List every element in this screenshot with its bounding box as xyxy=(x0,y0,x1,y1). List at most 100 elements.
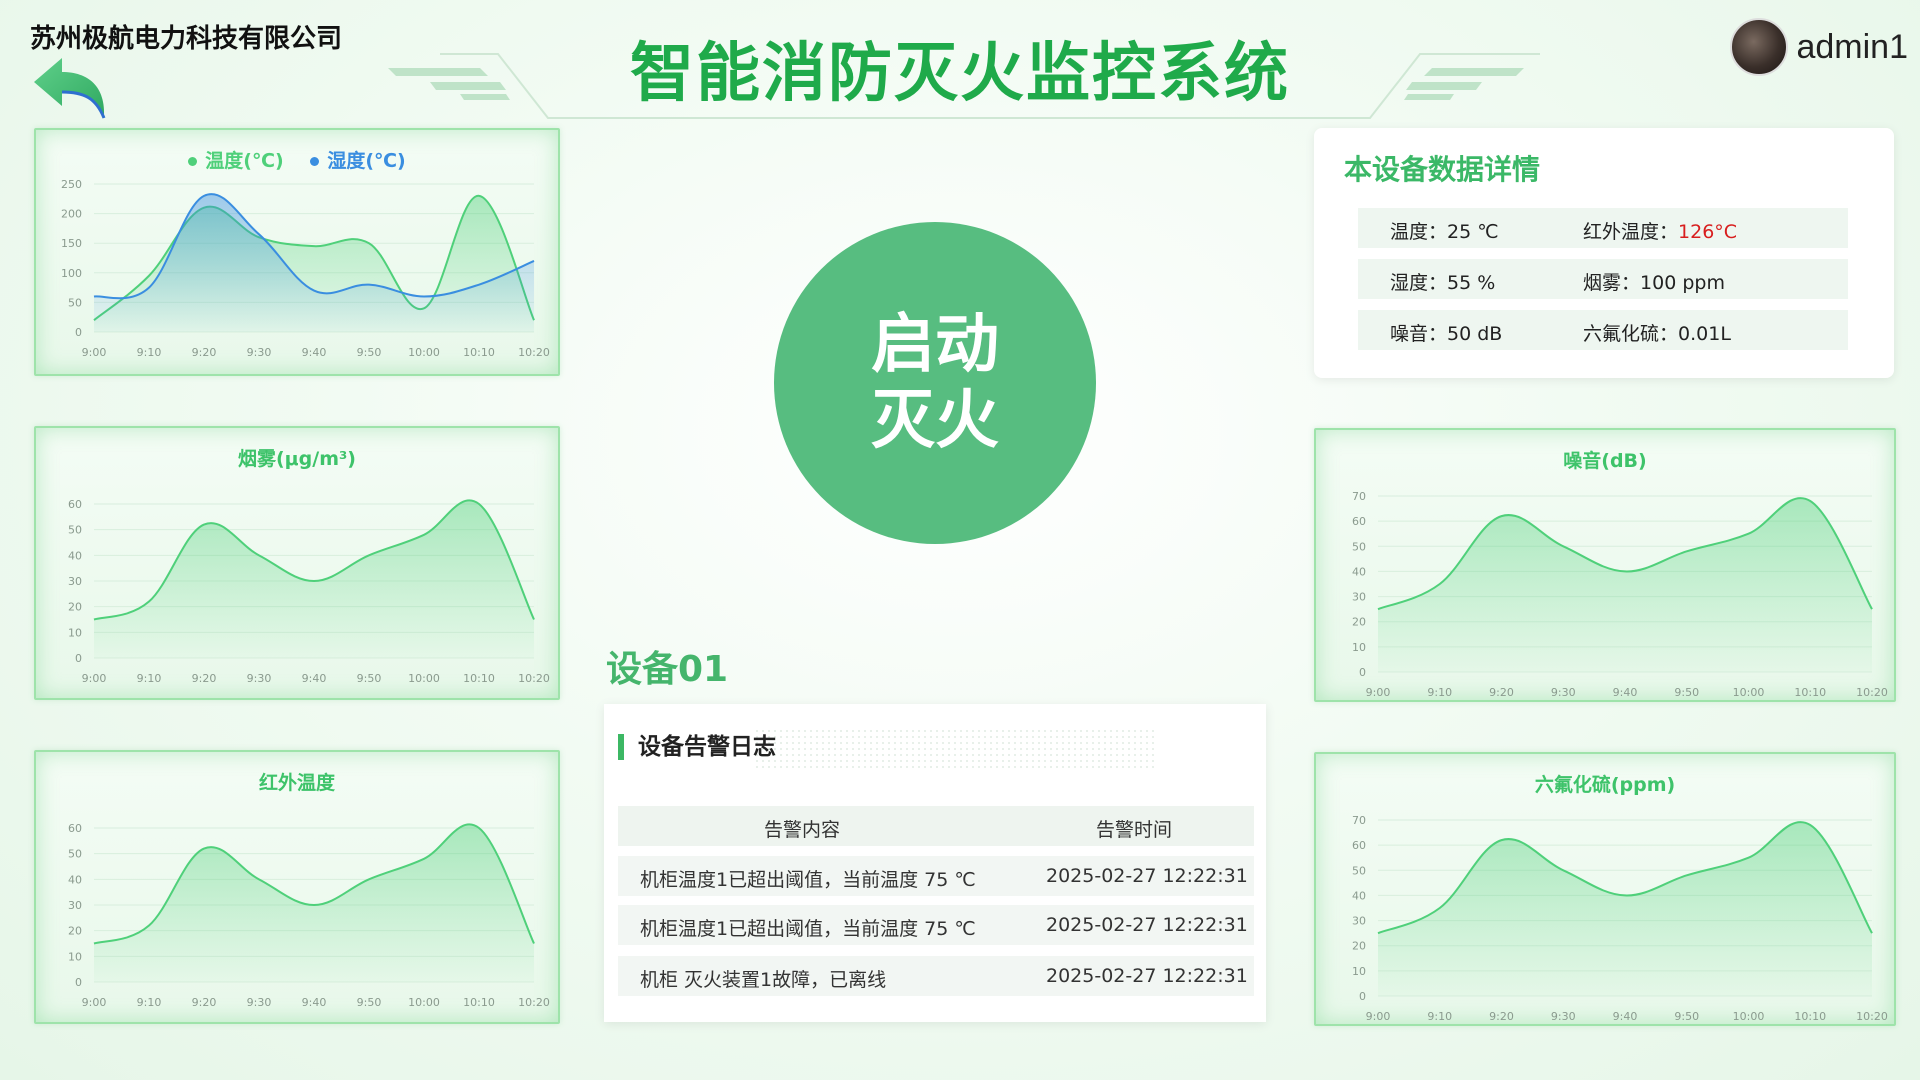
detail-value: 50 dB xyxy=(1447,323,1503,345)
detail-label: 温度： xyxy=(1390,221,1448,243)
x-tick-label: 10:00 xyxy=(1733,686,1765,699)
header-decoration xyxy=(388,53,1540,119)
start-fire-extinguish-button[interactable]: 启动 灭火 xyxy=(774,222,1096,544)
x-tick-label: 9:40 xyxy=(1613,686,1638,699)
detail-value: 100 ppm xyxy=(1640,272,1725,294)
username[interactable]: admin1 xyxy=(1796,28,1908,67)
table-row[interactable]: 机柜温度1已超出阈值，当前温度 75 ℃ 2025-02-27 12:22:31 xyxy=(618,856,1254,896)
y-tick-label: 60 xyxy=(68,822,82,835)
detail-value: 25 ℃ xyxy=(1447,221,1499,243)
detail-label: 红外温度： xyxy=(1583,221,1679,243)
table-row[interactable]: 机柜温度1已超出阈值，当前温度 75 ℃ 2025-02-27 12:22:31 xyxy=(618,905,1254,945)
alarm-content: 机柜温度1已超出阈值，当前温度 75 ℃ xyxy=(640,918,976,940)
button-label-line2: 灭火 xyxy=(871,384,999,458)
y-tick-label: 40 xyxy=(1352,565,1366,578)
noise-chart: 0 10 20 30 40 50 60 70 9:00 9:10 9:20 9:30 9:40 9:50 1… xyxy=(1352,490,1888,699)
log-table-header: 告警内容 告警时间 xyxy=(618,806,1254,846)
x-tick-label: 9:20 xyxy=(192,996,217,1009)
infrared-panel: 红外温度 0 10 20 30 40 50 60 9:00 9:10 9:20 9:30 9:40 9:… xyxy=(34,750,560,1024)
x-tick-label: 9:40 xyxy=(1613,1010,1638,1023)
y-tick-label: 60 xyxy=(68,498,82,511)
x-tick-label: 10:20 xyxy=(518,672,550,685)
x-tick-label: 9:40 xyxy=(302,672,327,685)
x-tick-label: 10:10 xyxy=(463,346,495,359)
x-tick-label: 10:00 xyxy=(408,672,440,685)
detail-row: 噪音：50 dB 六氟化硫：0.01L xyxy=(1358,310,1848,350)
x-tick-label: 9:30 xyxy=(1551,1010,1576,1023)
x-tick-label: 10:20 xyxy=(518,346,550,359)
x-tick-label: 10:10 xyxy=(463,996,495,1009)
user-menu[interactable]: admin1 xyxy=(1730,18,1908,76)
y-tick-label: 10 xyxy=(68,950,82,963)
y-tick-label: 40 xyxy=(1352,889,1366,902)
y-tick-label: 250 xyxy=(61,178,82,191)
back-arrow-icon[interactable] xyxy=(30,54,110,122)
column-header-content: 告警内容 xyxy=(764,819,841,841)
y-tick-label: 10 xyxy=(1352,965,1366,978)
button-label-line1: 启动 xyxy=(871,308,999,382)
y-tick-label: 20 xyxy=(68,601,82,614)
log-title: 设备告警日志 xyxy=(618,734,776,760)
detail-value: 55 % xyxy=(1447,272,1496,294)
detail-label: 湿度： xyxy=(1390,272,1448,294)
y-tick-label: 30 xyxy=(1352,591,1366,604)
alarm-content: 机柜 灭火装置1故障，已离线 xyxy=(640,969,887,991)
detail-value-alert: 126°C xyxy=(1678,221,1738,243)
y-tick-label: 50 xyxy=(68,848,82,861)
x-tick-label: 10:00 xyxy=(408,996,440,1009)
detail-label: 烟雾： xyxy=(1583,272,1641,294)
user-avatar[interactable] xyxy=(1730,18,1789,76)
y-tick-label: 0 xyxy=(75,652,82,665)
x-tick-label: 9:10 xyxy=(137,996,162,1009)
alarm-content: 机柜温度1已超出阈值，当前温度 75 ℃ xyxy=(640,869,976,891)
x-tick-label: 9:10 xyxy=(137,346,162,359)
x-tick-label: 10:00 xyxy=(408,346,440,359)
y-tick-label: 50 xyxy=(1352,540,1366,553)
x-tick-label: 9:10 xyxy=(137,672,162,685)
detail-infrared: 红外温度：126°C xyxy=(1583,217,1737,244)
x-tick-label: 9:40 xyxy=(302,346,327,359)
detail-row: 湿度：55 % 烟雾：100 ppm xyxy=(1358,259,1848,299)
detail-label: 六氟化硫： xyxy=(1583,323,1679,345)
device-detail-card: 本设备数据详情 温度：25 ℃ 红外温度：126°C 湿度：55 % 烟雾：10… xyxy=(1314,128,1894,378)
y-tick-label: 70 xyxy=(1352,490,1366,503)
log-title-decoration xyxy=(754,728,1154,768)
x-tick-label: 9:20 xyxy=(192,346,217,359)
infrared-chart: 0 10 20 30 40 50 60 9:00 9:10 9:20 9:30 9:40 9:50 10:… xyxy=(68,822,550,1009)
sf6-panel: 六氟化硫(ppm) 0 10 20 30 40 50 60 70 9:00 9:10 9:20 9:3… xyxy=(1314,752,1896,1026)
table-row[interactable]: 机柜 灭火装置1故障，已离线 2025-02-27 12:22:31 xyxy=(618,956,1254,996)
y-tick-label: 50 xyxy=(68,296,82,309)
y-tick-label: 100 xyxy=(61,267,82,280)
temp-humidity-panel: 温度(℃) 湿度(℃) 0 50 100 150 200 250 9:00 9:10 9:20 9… xyxy=(34,128,560,376)
detail-sf6: 六氟化硫：0.01L xyxy=(1583,319,1731,346)
sf6-chart: 0 10 20 30 40 50 60 70 9:00 9:10 9:20 9:30 9:40 9:50 1… xyxy=(1352,814,1888,1023)
y-tick-label: 0 xyxy=(1359,666,1366,679)
x-tick-label: 10:10 xyxy=(1794,686,1826,699)
x-tick-label: 10:20 xyxy=(1856,1010,1888,1023)
x-tick-label: 10:20 xyxy=(1856,686,1888,699)
noise-panel: 噪音(dB) 0 10 20 30 40 50 60 70 9:00 9:10 9:20 9:30 9:… xyxy=(1314,428,1896,702)
alarm-time: 2025-02-27 12:22:31 xyxy=(1046,965,1248,987)
detail-noise: 噪音：50 dB xyxy=(1390,319,1502,346)
detail-label: 噪音： xyxy=(1390,323,1448,345)
y-tick-label: 150 xyxy=(61,237,82,250)
x-tick-label: 9:00 xyxy=(1366,686,1391,699)
y-tick-label: 10 xyxy=(1352,641,1366,654)
y-tick-label: 60 xyxy=(1352,839,1366,852)
temp-humidity-chart: 0 50 100 150 200 250 9:00 9:10 9:20 9:30 9:40 9:50 1… xyxy=(61,178,550,359)
detail-humidity: 湿度：55 % xyxy=(1390,268,1495,295)
alarm-time: 2025-02-27 12:22:31 xyxy=(1046,914,1248,936)
x-tick-label: 9:10 xyxy=(1427,1010,1452,1023)
x-tick-label: 9:30 xyxy=(247,996,272,1009)
detail-title: 本设备数据详情 xyxy=(1344,153,1541,186)
y-tick-label: 0 xyxy=(75,326,82,339)
x-tick-label: 9:10 xyxy=(1427,686,1452,699)
detail-row: 温度：25 ℃ 红外温度：126°C xyxy=(1358,208,1848,248)
x-tick-label: 9:40 xyxy=(302,996,327,1009)
y-tick-label: 70 xyxy=(1352,814,1366,827)
y-tick-label: 0 xyxy=(1359,990,1366,1003)
x-tick-label: 9:00 xyxy=(1366,1010,1391,1023)
x-tick-label: 9:30 xyxy=(247,346,272,359)
y-tick-label: 50 xyxy=(68,524,82,537)
y-tick-label: 40 xyxy=(68,873,82,886)
